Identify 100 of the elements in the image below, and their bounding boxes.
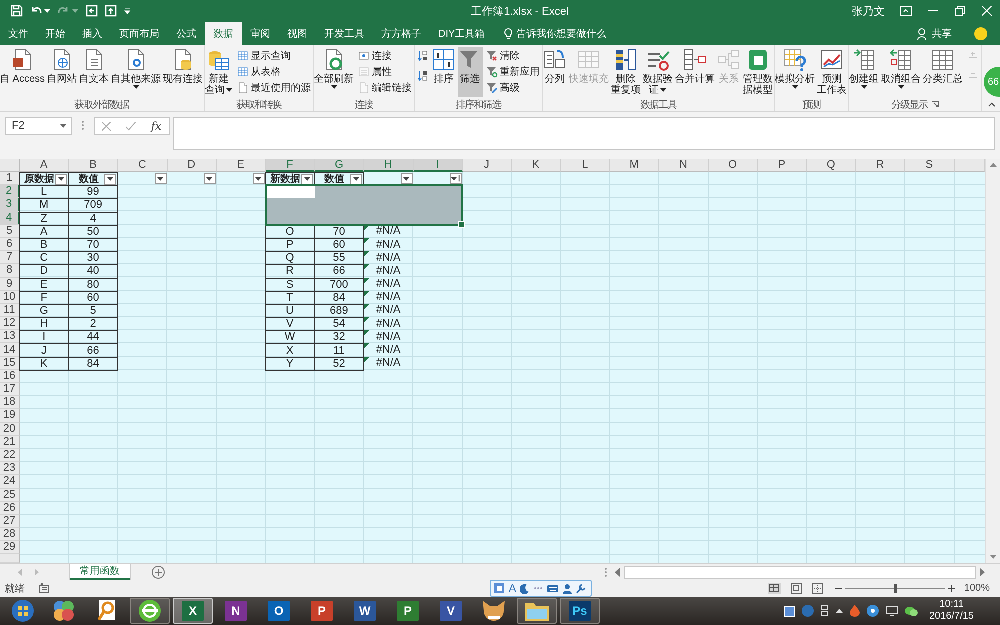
ribbon-tab[interactable]: 公式	[168, 22, 205, 45]
ribbon-tab[interactable]: 方方格子	[373, 22, 430, 45]
ribbon-button[interactable]: 数据验 证	[643, 47, 674, 97]
ribbon-button[interactable]: 模拟分析	[775, 47, 816, 97]
column-header[interactable]: G	[315, 159, 364, 172]
app-tile[interactable]: N	[225, 601, 247, 621]
filter-button[interactable]	[104, 174, 116, 185]
normal-view-icon[interactable]	[768, 583, 782, 594]
row-header[interactable]: 16	[0, 370, 20, 383]
column-header[interactable]: N	[659, 159, 709, 172]
ribbon-button[interactable]: 分列	[543, 47, 568, 97]
scroll-down-icon[interactable]	[990, 555, 996, 559]
restore-icon[interactable]	[954, 6, 965, 16]
ribbon-button[interactable]: 新建 查询	[205, 47, 234, 97]
ribbon-button[interactable]: 自其他来源	[111, 47, 162, 97]
macro-record-icon[interactable]	[39, 583, 50, 594]
ribbon-button[interactable]: 分类汇总	[923, 47, 964, 97]
filter-button[interactable]	[204, 173, 216, 184]
zoom-slider[interactable]	[894, 584, 897, 593]
clock[interactable]: 10:11 2016/7/15	[930, 599, 974, 623]
filter-button[interactable]	[252, 173, 265, 184]
wrench-icon[interactable]	[576, 584, 586, 594]
taskbar-button[interactable]: N	[216, 598, 256, 624]
sheet-tab[interactable]: 常用函数	[70, 564, 130, 580]
dots-icon[interactable]	[534, 587, 544, 590]
dialog-launcher-icon[interactable]	[932, 101, 939, 108]
column-header[interactable]: E	[216, 159, 266, 172]
app-tile[interactable]: P	[397, 601, 419, 621]
ribbon-tab[interactable]: 开始	[37, 22, 74, 45]
ribbon-tab[interactable]: 文件	[0, 22, 37, 45]
start-icon[interactable]	[11, 599, 35, 623]
row-header[interactable]: 8	[0, 264, 20, 278]
column-header[interactable]: H	[364, 159, 414, 172]
share-button[interactable]: 共享	[932, 26, 952, 40]
ribbon-button[interactable]: 高级	[484, 80, 542, 95]
app-tile[interactable]: X	[182, 601, 204, 621]
row-header[interactable]: 28	[0, 528, 20, 542]
column-header[interactable]: I	[414, 159, 463, 172]
ribbon-button[interactable]: 排序	[432, 47, 458, 97]
scroll-right-icon[interactable]	[979, 568, 985, 576]
ribbon-button[interactable]: 取消组合	[881, 47, 922, 97]
ribbon-tab[interactable]: 审阅	[242, 22, 279, 45]
taskbar-button[interactable]: W	[345, 598, 385, 624]
column-header[interactable]: L	[561, 159, 610, 172]
chat-icon[interactable]	[904, 606, 918, 616]
page-layout-icon[interactable]	[791, 583, 802, 594]
zoom-level[interactable]: 100%	[964, 583, 990, 594]
row-header[interactable]: 18	[0, 396, 20, 410]
ribbon-button[interactable]: 连接	[356, 48, 414, 63]
ribbon-button[interactable]: 创建组	[849, 47, 880, 97]
show-hidden-icon[interactable]	[836, 609, 842, 613]
row-header[interactable]: 20	[0, 422, 20, 436]
column-header[interactable]: B	[69, 159, 118, 172]
petals-icon[interactable]	[52, 599, 76, 623]
column-header[interactable]: D	[168, 159, 217, 172]
scroll-left-icon[interactable]	[615, 568, 621, 576]
ribbon-button[interactable]: 预测 工作表	[817, 47, 848, 97]
ribbon-tab[interactable]: 插入	[74, 22, 111, 45]
add-sheet-icon[interactable]	[152, 566, 165, 578]
row-header[interactable]: 23	[0, 462, 20, 476]
left-arrow-box-icon[interactable]	[86, 5, 98, 17]
browser-icon[interactable]	[138, 599, 162, 623]
formula-input[interactable]	[173, 117, 995, 150]
scroll-up-icon[interactable]	[990, 163, 996, 167]
row-header[interactable]: 1	[0, 172, 20, 186]
network-icon[interactable]	[820, 605, 828, 617]
filter-button[interactable]	[55, 174, 68, 185]
close-icon[interactable]	[982, 6, 992, 16]
ribbon-button[interactable]: 自 Access	[0, 47, 46, 97]
row-header[interactable]: 2	[0, 185, 20, 198]
ribbon-button[interactable]: 全部刷新	[314, 47, 356, 97]
taskbar-button[interactable]: P	[388, 598, 428, 624]
column-header[interactable]: K	[512, 159, 562, 172]
row-header[interactable]: 19	[0, 409, 20, 423]
app-tile[interactable]: O	[268, 601, 290, 621]
flame-icon[interactable]	[850, 605, 860, 617]
filter-button[interactable]	[154, 173, 167, 184]
ribbon-button[interactable]: 清除	[484, 48, 542, 63]
check-icon[interactable]	[126, 122, 136, 130]
ribbon-tab[interactable]: 页面布局	[111, 22, 168, 45]
row-header[interactable]: 17	[0, 383, 20, 396]
magnifier-icon[interactable]	[96, 599, 118, 623]
row-header[interactable]: 7	[0, 251, 20, 264]
row-header[interactable]: 27	[0, 514, 20, 528]
column-header[interactable]: C	[118, 159, 168, 172]
ribbon-button[interactable]: 筛选	[458, 47, 484, 97]
insert-function-button[interactable]: fx	[151, 120, 162, 132]
ribbon-tab[interactable]: DIY工具箱	[430, 22, 494, 45]
row-header[interactable]: 25	[0, 488, 20, 502]
taskbar-button[interactable]	[130, 598, 170, 624]
customize-icon[interactable]	[124, 8, 131, 14]
sort-filter-button[interactable]	[450, 173, 462, 184]
up-arrow-box-icon[interactable]	[105, 5, 117, 17]
column-header[interactable]: S	[905, 159, 955, 172]
taskbar-button[interactable]: X	[173, 598, 213, 624]
collapse-icon[interactable]	[988, 102, 996, 107]
keyboard-icon[interactable]	[547, 584, 560, 592]
row-header[interactable]: 24	[0, 475, 20, 488]
drag-handle-icon[interactable]	[82, 121, 84, 130]
input-mode-button[interactable]: A	[509, 582, 516, 594]
